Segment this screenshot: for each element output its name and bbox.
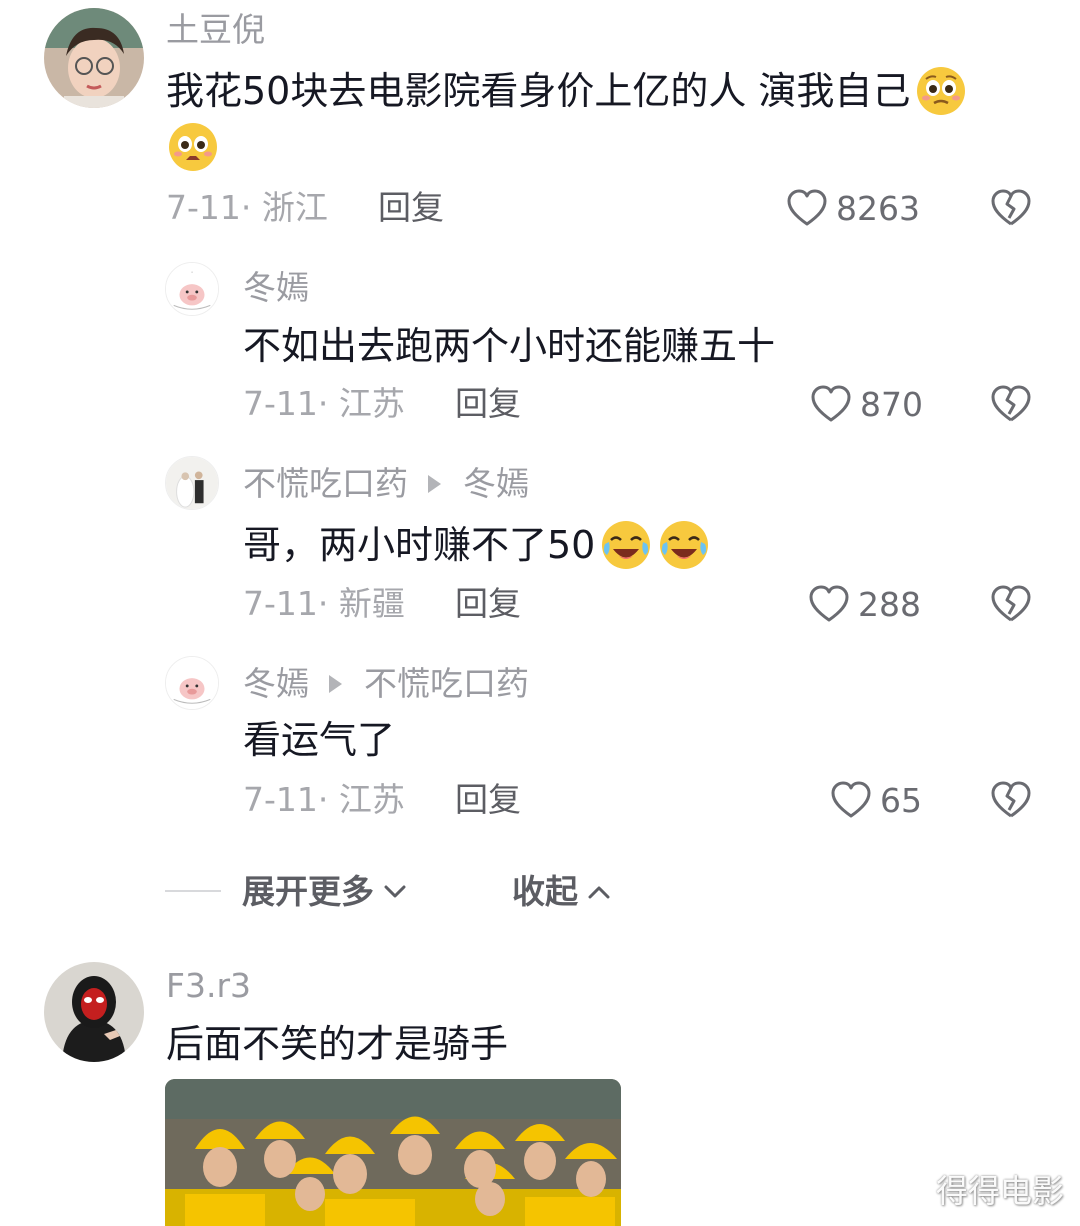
reply-text-body: 哥，两小时赚不了50 [243, 523, 596, 567]
reply-arrow-icon [428, 475, 441, 493]
heart-icon [808, 584, 850, 624]
reply-text: 哥，两小时赚不了50 [243, 518, 711, 572]
broken-heart-icon [991, 781, 1031, 818]
like-button[interactable]: 288 [808, 582, 921, 626]
avatar-tudouni[interactable] [44, 8, 144, 108]
like-count: 870 [860, 384, 923, 424]
divider-line [165, 890, 221, 892]
pleading-face-emoji [914, 64, 968, 118]
like-count: 8263 [836, 188, 920, 228]
reply-text: 看运气了 [243, 718, 396, 762]
comment-username[interactable]: F3.r3 [166, 966, 251, 1006]
watermark-text: 得得电影 [935, 1172, 1064, 1210]
reply-header: 不慌吃口药 冬嫣 [243, 464, 529, 504]
replied-to-username[interactable]: 冬嫣 [463, 464, 529, 504]
avatar-buhuangchikouyao[interactable] [165, 456, 219, 510]
reply-date-location: 7-11· 江苏 [243, 780, 405, 819]
delivery-riders-photo [165, 1079, 621, 1226]
dislike-button[interactable] [990, 584, 1032, 624]
reply-date-location: 7-11· 新疆 [243, 584, 405, 623]
dislike-button[interactable] [990, 188, 1032, 228]
reply-date-location: 7-11· 江苏 [243, 384, 405, 423]
reply-button[interactable]: 回复 [378, 188, 444, 228]
collapse-button[interactable]: 收起 [512, 872, 612, 912]
expand-more-label: 展开更多 [242, 872, 374, 911]
collapse-label: 收起 [512, 872, 578, 911]
comment-text: 后面不笑的才是骑手 [166, 1022, 509, 1066]
heart-icon [786, 188, 828, 228]
broken-heart-icon [991, 189, 1031, 226]
laughing-crying-emoji [599, 518, 653, 572]
svg-text:·: · [191, 271, 193, 277]
reply-button[interactable]: 回复 [455, 584, 521, 624]
comment-text: 我花50块去电影院看身价上亿的人 演我自己 [166, 64, 968, 118]
like-button[interactable]: 65 [830, 778, 922, 822]
laughing-crying-emoji [657, 518, 711, 572]
replied-to-username[interactable]: 不慌吃口药 [364, 664, 529, 704]
like-count: 65 [880, 780, 922, 820]
comment-username[interactable]: 土豆倪 [166, 10, 265, 50]
reply-button[interactable]: 回复 [455, 384, 521, 424]
pleading-face-emoji [166, 120, 220, 174]
like-button[interactable]: 870 [810, 382, 923, 426]
broken-heart-icon [991, 585, 1031, 622]
reply-header: 冬嫣 不慌吃口药 [243, 664, 529, 704]
reply-button[interactable]: 回复 [455, 780, 521, 820]
broken-heart-icon [991, 385, 1031, 422]
comment-image[interactable] [165, 1079, 621, 1226]
avatar-dongyan[interactable]: · [165, 262, 219, 316]
reply-username[interactable]: 冬嫣 [243, 268, 309, 308]
comment-date-location: 7-11· 浙江 [166, 188, 328, 227]
chevron-up-icon [588, 886, 610, 899]
chevron-down-icon [384, 885, 406, 898]
dislike-button[interactable] [990, 780, 1032, 820]
reply-text: 不如出去跑两个小时还能赚五十 [243, 324, 776, 368]
like-button[interactable]: 8263 [786, 186, 920, 230]
heart-icon [830, 780, 872, 820]
heart-icon [810, 384, 852, 424]
comment-text-body: 我花50块去电影院看身价上亿的人 演我自己 [166, 69, 911, 113]
comment-text-wrap [166, 120, 220, 174]
dislike-button[interactable] [990, 384, 1032, 424]
reply-username[interactable]: 冬嫣 [243, 664, 309, 704]
reply-arrow-icon [329, 675, 342, 693]
reply-username[interactable]: 不慌吃口药 [243, 464, 408, 504]
like-count: 288 [858, 584, 921, 624]
expand-more-button[interactable]: 展开更多 [242, 872, 408, 912]
avatar-dongyan[interactable] [165, 656, 219, 710]
avatar-f3r3[interactable] [44, 962, 144, 1062]
